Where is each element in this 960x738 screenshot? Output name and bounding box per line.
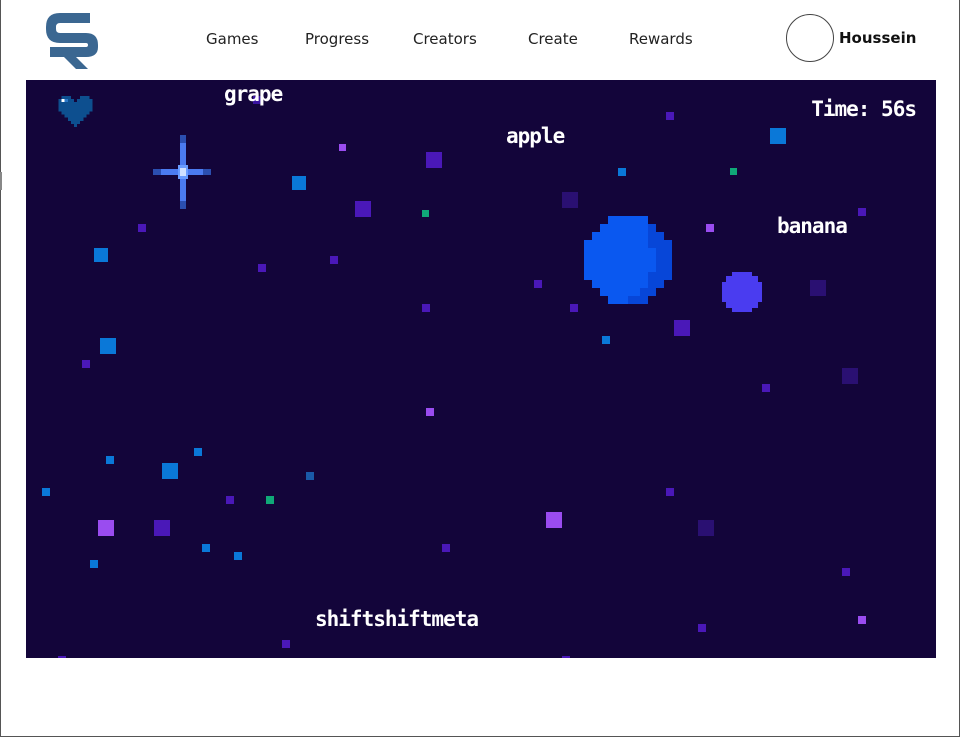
nav-rewards[interactable]: Rewards	[629, 30, 693, 48]
star	[292, 176, 306, 190]
star	[258, 264, 266, 272]
star	[698, 520, 714, 536]
star	[100, 338, 116, 354]
star	[666, 488, 674, 496]
sparkle-icon	[153, 135, 211, 209]
star	[282, 640, 290, 648]
game-canvas[interactable]: Time: 56s grape apple banana shiftshiftm…	[26, 80, 936, 658]
nav-progress[interactable]: Progress	[305, 30, 369, 48]
star	[618, 168, 626, 176]
star	[234, 552, 242, 560]
star	[90, 560, 98, 568]
star	[426, 152, 442, 168]
star	[666, 112, 674, 120]
avatar[interactable]	[786, 14, 834, 62]
star	[330, 256, 338, 264]
star	[674, 320, 690, 336]
star	[306, 472, 314, 480]
star	[858, 616, 866, 624]
star	[266, 496, 274, 504]
star	[842, 568, 850, 576]
star	[106, 456, 114, 464]
star	[355, 201, 371, 217]
falling-word: banana	[777, 214, 848, 238]
star	[82, 360, 90, 368]
star	[730, 168, 737, 175]
star	[770, 128, 786, 144]
star	[810, 280, 826, 296]
star	[442, 544, 450, 552]
star	[42, 488, 50, 496]
star	[339, 144, 346, 151]
star	[570, 304, 578, 312]
planet-large	[584, 216, 672, 304]
falling-word: apple	[506, 124, 565, 148]
star	[546, 512, 562, 528]
nav-create[interactable]: Create	[528, 30, 578, 48]
star	[94, 248, 108, 262]
star	[138, 224, 146, 232]
star	[602, 336, 610, 344]
star	[698, 624, 706, 632]
timer: Time: 56s	[811, 97, 917, 121]
star	[58, 656, 66, 658]
username[interactable]: Houssein	[839, 29, 916, 47]
star	[162, 463, 178, 479]
nav-games[interactable]: Games	[206, 30, 258, 48]
star	[98, 520, 114, 536]
star	[706, 224, 714, 232]
star	[534, 280, 542, 288]
falling-word: grape	[224, 82, 283, 106]
logo-icon[interactable]	[46, 9, 110, 71]
star	[422, 304, 430, 312]
star	[422, 210, 429, 217]
star	[194, 448, 202, 456]
star	[202, 544, 210, 552]
planet-small	[722, 272, 762, 312]
star	[762, 384, 770, 392]
star	[858, 208, 866, 216]
star	[226, 496, 234, 504]
star	[842, 368, 858, 384]
star	[562, 656, 570, 658]
nav-creators[interactable]: Creators	[413, 30, 477, 48]
star	[562, 192, 578, 208]
heart-icon	[58, 96, 93, 127]
scroll-marker	[0, 172, 2, 190]
falling-word: shiftshiftmeta	[315, 607, 479, 631]
star	[426, 408, 434, 416]
star	[154, 520, 170, 536]
